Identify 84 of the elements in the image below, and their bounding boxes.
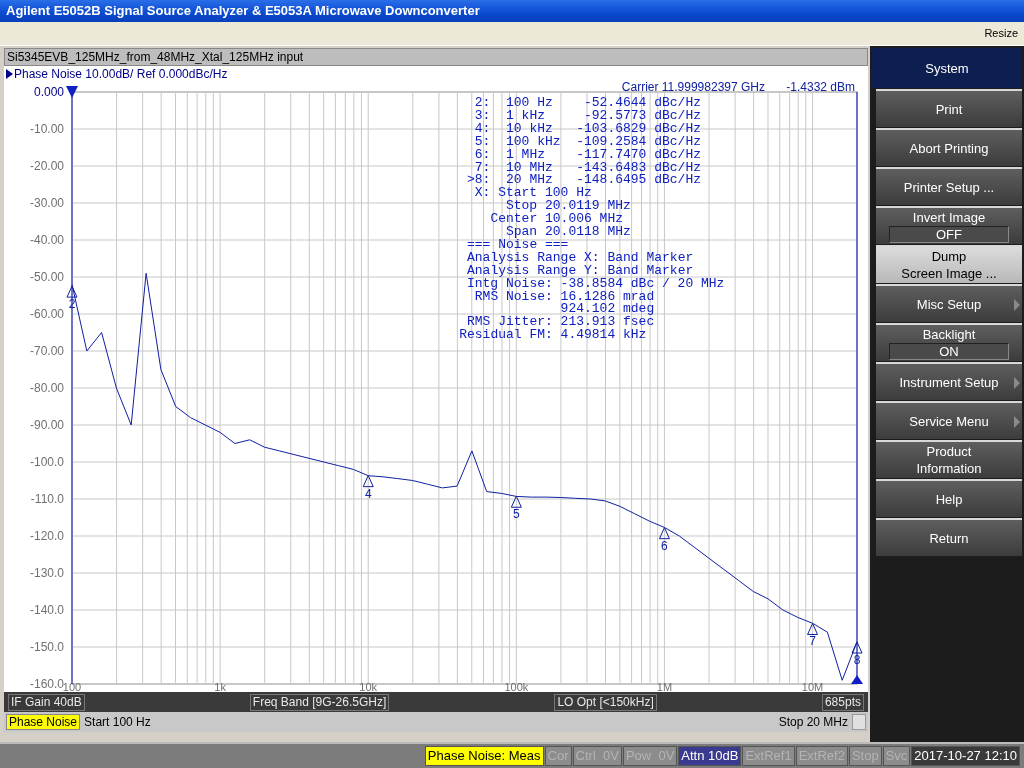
measurement-label: Phase Noise [6, 714, 81, 730]
toggle-value: OFF [889, 226, 1009, 243]
window-title: Agilent E5052B Signal Source Analyzer & E5053A Microwave Downconverter [5, 2, 481, 20]
softkey-button[interactable]: Abort Printing [876, 128, 1022, 166]
toggle-softkey[interactable]: Backlight ON [876, 323, 1022, 361]
trace-window-title: Si5345EVB_125MHz_from_48MHz_Xtal_125MHz input [6, 50, 304, 64]
softkey-button[interactable]: Service Menu [876, 401, 1022, 439]
toggle-label: Invert Image [912, 209, 986, 226]
carrier-frequency: Carrier 11.999982397 GHz [621, 82, 765, 94]
stop-frequency[interactable]: Stop 20 MHz [778, 715, 848, 729]
marker-readout: 2: 100 Hz -52.4644 dBc/Hz [474, 95, 701, 110]
status-indicator: Phase Noise: Meas [424, 746, 544, 766]
marker-icon[interactable] [851, 641, 863, 654]
y-axis-label: -60.00 [29, 307, 64, 321]
softkey-button[interactable]: Printer Setup ... [876, 167, 1022, 205]
softkey-button[interactable]: Product Information [876, 440, 1022, 478]
menu-item[interactable]: Resize [978, 22, 1024, 45]
y-axis-label: -50.00 [29, 270, 64, 284]
y-axis-label: -100.0 [29, 455, 64, 469]
sweep-readout: Stop 20.0119 MHz [506, 198, 631, 214]
info-field: Freq Band [9G-26.5GHz] [249, 693, 390, 711]
submenu-arrow-icon [1014, 377, 1020, 389]
carrier-power: -1.4332 dBm [786, 82, 855, 94]
y-axis-label: -130.0 [29, 566, 64, 580]
softkey-button[interactable]: Return [876, 518, 1022, 556]
y-axis-label: -70.00 [29, 344, 64, 358]
marker-icon[interactable] [362, 475, 374, 488]
marker-readout: >8: 20 MHz -148.6495 dBc/Hz [467, 172, 701, 188]
status-indicator: 2017-10-27 12:10 [911, 746, 1020, 766]
noise-readout: Residual FM: 4.49814 kHz [459, 327, 647, 343]
sweep-readout: Span 20.0118 MHz [506, 224, 631, 239]
sweep-readout: Center 10.006 MHz [490, 211, 623, 227]
marker-icon[interactable] [807, 623, 819, 635]
marker-number: 4 [364, 486, 372, 501]
toggle-value: ON [889, 343, 1009, 360]
x-axis-label: 10M [801, 681, 824, 692]
y-axis-label: -140.0 [29, 603, 64, 617]
status-indicator: Attn 10dB [678, 746, 742, 766]
marker-readout: 3: 1 kHz -92.5773 dBc/Hz [474, 107, 701, 123]
submenu-arrow-icon [1014, 299, 1020, 311]
y-axis-label: -10.00 [29, 122, 64, 136]
marker-readout: 5: 100 kHz -109.2584 dBc/Hz [474, 133, 701, 149]
info-field: LO Opt [<150kHz] [554, 693, 657, 711]
info-field: 685pts [821, 693, 864, 711]
softkey-button[interactable]: Instrument Setup [876, 362, 1022, 400]
x-axis-label: 1k [214, 681, 226, 692]
marker-icon[interactable] [510, 495, 522, 508]
marker-number: 5 [513, 507, 520, 522]
y-axis-label: -80.00 [29, 381, 64, 395]
info-field: IF Gain 40dB [8, 693, 85, 711]
marker-readout: 4: 10 kHz -103.6829 dBc/Hz [474, 120, 701, 136]
x-axis-label: 100k [504, 681, 529, 692]
marker-icon[interactable] [66, 285, 78, 298]
submenu-arrow-icon [1014, 416, 1020, 428]
sweep-readout: X: Start 100 Hz [474, 185, 592, 201]
marker-icon[interactable] [658, 527, 670, 540]
y-axis-label: -90.00 [29, 418, 64, 432]
toggle-label: Backlight [922, 326, 976, 343]
y-axis-label: -30.00 [29, 196, 64, 210]
noise-readout: Analysis Range X: Band Marker [467, 249, 694, 265]
softkey-button[interactable]: Help [876, 479, 1022, 517]
marker-number: 6 [661, 538, 668, 553]
active-marker-icon [851, 675, 863, 684]
toggle-softkey[interactable]: Invert Image OFF [876, 206, 1022, 244]
y-axis-label: -40.00 [29, 233, 64, 247]
y-axis-label: -160.0 [29, 677, 64, 691]
y-axis-label: -20.00 [29, 159, 64, 173]
softkey-button[interactable]: Misc Setup [876, 284, 1022, 322]
marker-number: 7 [809, 634, 816, 649]
marker-readout: 7: 10 MHz -143.6483 dBc/Hz [474, 159, 701, 175]
start-frequency[interactable]: Start 100 Hz [84, 715, 151, 729]
reference-marker-icon [66, 86, 78, 98]
y-axis-label: 0.000 [33, 85, 64, 99]
softkey-button[interactable]: Dump Screen Image ... [876, 245, 1022, 283]
menu-title: System [872, 48, 1022, 88]
noise-readout: RMS Noise: 16.1286 mrad [474, 288, 655, 304]
y-axis-label: -120.0 [29, 529, 64, 543]
x-axis-label: 1M [656, 681, 673, 692]
x-axis-label: 10k [359, 681, 378, 692]
y-axis-label: -150.0 [29, 640, 64, 654]
y-axis-label: -110.0 [30, 492, 64, 506]
marker-readout: 6: 1 MHz -117.7470 dBc/Hz [474, 146, 701, 162]
noise-readout: === Noise === [467, 236, 569, 252]
softkey-button[interactable]: Print [876, 89, 1022, 127]
